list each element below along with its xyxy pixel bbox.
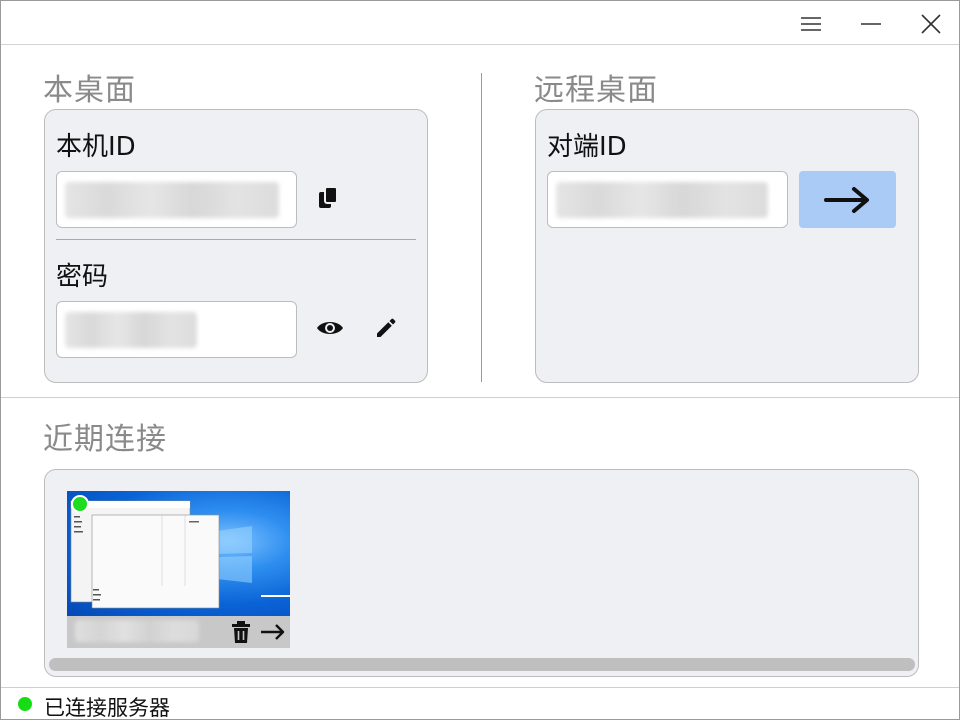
close-button[interactable] [911, 9, 951, 39]
remote-id-input[interactable] [547, 171, 788, 228]
delete-session-button[interactable] [224, 615, 258, 648]
close-icon [921, 14, 941, 34]
remote-desktop-title: 远程桌面 [534, 73, 658, 108]
password-value [65, 312, 197, 348]
horizontal-scrollbar[interactable] [49, 658, 915, 671]
connect-button[interactable] [799, 171, 896, 228]
hamburger-menu-icon [801, 17, 821, 31]
session-thumbnail [67, 491, 290, 616]
arrow-right-icon [261, 624, 285, 640]
session-name [75, 620, 199, 642]
card-divider [56, 239, 416, 240]
local-id-label: 本机ID [56, 132, 136, 162]
password-label: 密码 [56, 262, 109, 292]
section-divider [1, 397, 959, 398]
minimize-button[interactable] [851, 9, 891, 39]
password-field[interactable] [56, 301, 297, 358]
eye-icon [317, 322, 343, 334]
session-footer [67, 616, 290, 648]
menu-button[interactable] [791, 9, 831, 39]
local-desktop-card: 本机ID 密码 [44, 109, 428, 383]
local-id-value [65, 182, 279, 218]
trash-icon [232, 621, 250, 643]
status-text: 已连接服务器 [44, 696, 170, 720]
online-status-indicator [71, 495, 89, 513]
show-password-button[interactable] [313, 311, 347, 345]
copy-icon [319, 186, 338, 208]
recent-session-card[interactable] [67, 491, 290, 648]
panel-divider [481, 73, 482, 382]
app-window: 本桌面 本机ID 密码 远程桌面 对端ID 近期连接 已连接服务器 [0, 0, 960, 720]
remote-desktop-card: 对端ID [535, 109, 919, 383]
session-thumbnail-drawing [70, 500, 290, 609]
minimize-icon [861, 23, 881, 25]
pencil-icon [377, 318, 396, 337]
connect-session-button[interactable] [256, 615, 290, 648]
status-bar: 已连接服务器 [1, 687, 959, 720]
title-bar [1, 1, 959, 45]
arrow-right-icon [823, 186, 869, 213]
remote-id-label: 对端ID [547, 132, 627, 162]
local-id-field[interactable] [56, 171, 297, 228]
local-desktop-title: 本桌面 [43, 73, 136, 108]
copy-id-button[interactable] [312, 181, 346, 215]
connection-status-indicator [18, 697, 32, 711]
edit-password-button[interactable] [369, 311, 403, 345]
remote-id-value [556, 182, 768, 218]
recent-sessions-title: 近期连接 [43, 422, 167, 457]
